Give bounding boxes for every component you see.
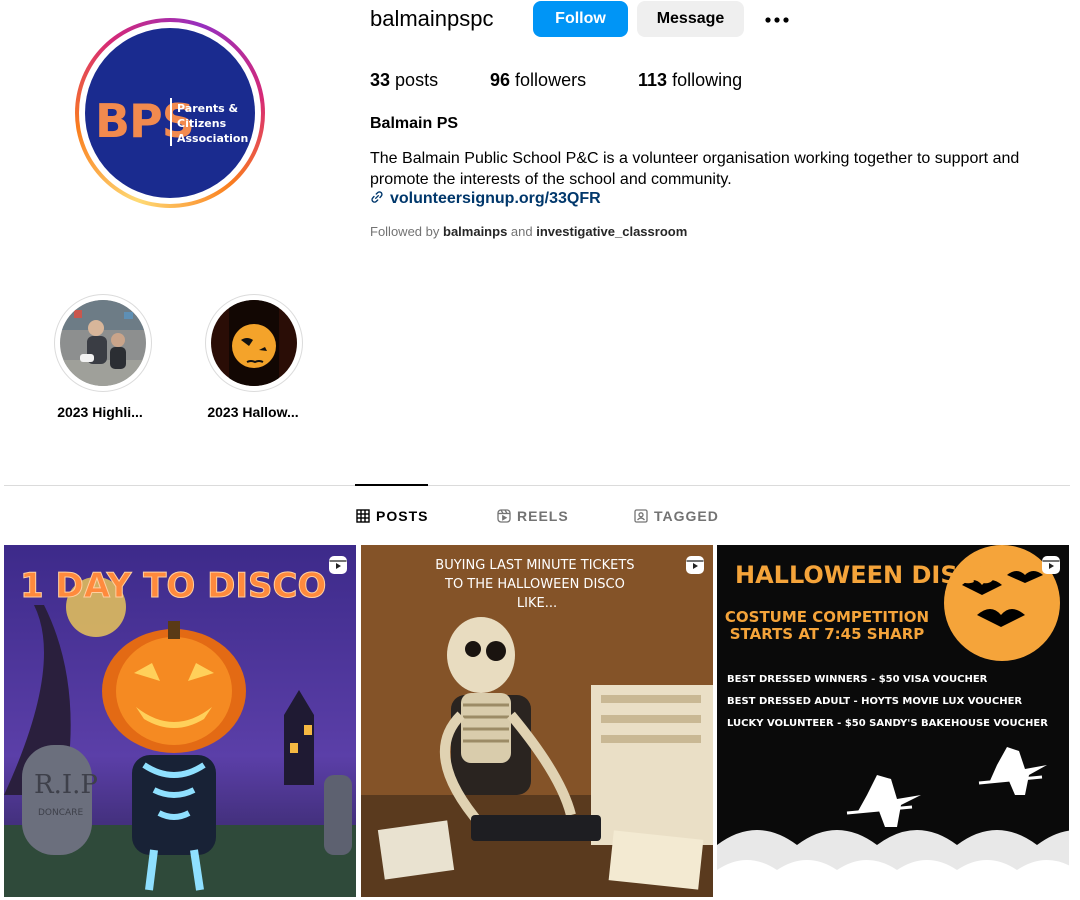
- post-headline: 1 DAY TO DISCO: [20, 566, 326, 606]
- followers-count-label: followers: [515, 70, 587, 90]
- following-link[interactable]: 113 following: [638, 70, 742, 91]
- flyer-prize: BEST DRESSED WINNERS - $50 VISA VOUCHER: [727, 674, 988, 685]
- tab-tagged[interactable]: TAGGED: [634, 508, 719, 524]
- username: balmainpspc: [370, 6, 494, 31]
- flyer-prize: BEST DRESSED ADULT - HOYTS MOVIE LUX VOU…: [727, 696, 1022, 707]
- reel-icon: [686, 556, 704, 574]
- flyer-subtitle-line2: STARTS AT 7:45 SHARP: [730, 625, 925, 643]
- flyer-subtitle-line1: COSTUME COMPETITION: [725, 608, 929, 626]
- message-button[interactable]: Message: [637, 1, 744, 37]
- tab-posts[interactable]: POSTS: [356, 508, 428, 524]
- followed-by-prefix: Followed by: [370, 224, 440, 239]
- highlight-label: 2023 Highli...: [57, 404, 143, 420]
- logo-divider: [170, 98, 172, 146]
- followed-by-user[interactable]: investigative_classroom: [536, 224, 687, 239]
- highlight-cover: [211, 300, 297, 386]
- reels-icon: [497, 509, 511, 523]
- bio-link-text: volunteersignup.org/33QFR: [390, 190, 601, 207]
- avatar-border: BPS Parents & Citizens Association: [79, 22, 261, 204]
- avatar-logo: BPS Parents & Citizens Association: [85, 28, 255, 198]
- posts-count-label: posts: [395, 70, 439, 90]
- grid-icon: [356, 509, 370, 523]
- post-image: HALLOWEEN DISCO COSTUME COMPETITION STAR…: [717, 545, 1069, 897]
- logo-subtext: Parents & Citizens Association: [177, 102, 249, 145]
- highlight-label: 2023 Hallow...: [207, 404, 299, 420]
- following-count-value: 113: [638, 70, 668, 90]
- reel-icon: [329, 556, 347, 574]
- tombstone-text: R.I.P: [34, 770, 98, 800]
- followed-by-conjunction: and: [510, 224, 533, 239]
- follow-button[interactable]: Follow: [533, 1, 628, 37]
- link-icon: [371, 191, 383, 203]
- post-1-disco-countdown[interactable]: R.I.P DONCARE 1 DAY TO DISCO: [4, 545, 356, 897]
- more-horizontal-icon[interactable]: [763, 6, 791, 34]
- tagged-icon: [634, 509, 648, 523]
- post-2-skeleton-meme[interactable]: BUYING LAST MINUTE TICKETS TO THE HALLOW…: [361, 545, 713, 897]
- active-tab-indicator: [355, 484, 428, 486]
- followed-by[interactable]: Followed by balmainps and investigative_…: [370, 224, 687, 239]
- post-image: R.I.P DONCARE 1 DAY TO DISCO: [4, 545, 356, 897]
- tab-label: REELS: [517, 508, 569, 524]
- post-image: BUYING LAST MINUTE TICKETS TO THE HALLOW…: [361, 545, 713, 897]
- reel-icon: [1042, 556, 1060, 574]
- posts-count: 33 posts: [370, 70, 438, 91]
- tombstone-subtext: DONCARE: [38, 808, 83, 818]
- highlight-2023-highlights[interactable]: [54, 294, 152, 392]
- flyer-prize: LUCKY VOLUNTEER - $50 SANDY'S BAKEHOUSE …: [727, 718, 1048, 729]
- tab-reels[interactable]: REELS: [497, 508, 569, 524]
- tab-label: POSTS: [376, 508, 429, 524]
- followers-count-value: 96: [490, 70, 511, 90]
- followed-by-user[interactable]: balmainps: [443, 224, 507, 239]
- highlight-cover: [60, 300, 146, 386]
- profile-avatar[interactable]: BPS Parents & Citizens Association: [75, 18, 265, 208]
- post-3-halloween-disco-flyer[interactable]: HALLOWEEN DISCO COSTUME COMPETITION STAR…: [717, 545, 1069, 897]
- display-name: Balmain PS: [370, 115, 459, 132]
- posts-count-value: 33: [370, 70, 391, 90]
- flyer-title: HALLOWEEN DISCO: [735, 561, 996, 589]
- bio-link[interactable]: volunteersignup.org/33QFR: [370, 190, 601, 208]
- following-count-label: following: [672, 70, 743, 90]
- followers-link[interactable]: 96 followers: [490, 70, 586, 91]
- highlight-2023-halloween[interactable]: [205, 294, 303, 392]
- tabs-divider: [4, 485, 1070, 486]
- tab-label: TAGGED: [654, 508, 719, 524]
- bio-text: The Balmain Public School P&C is a volun…: [370, 150, 1020, 188]
